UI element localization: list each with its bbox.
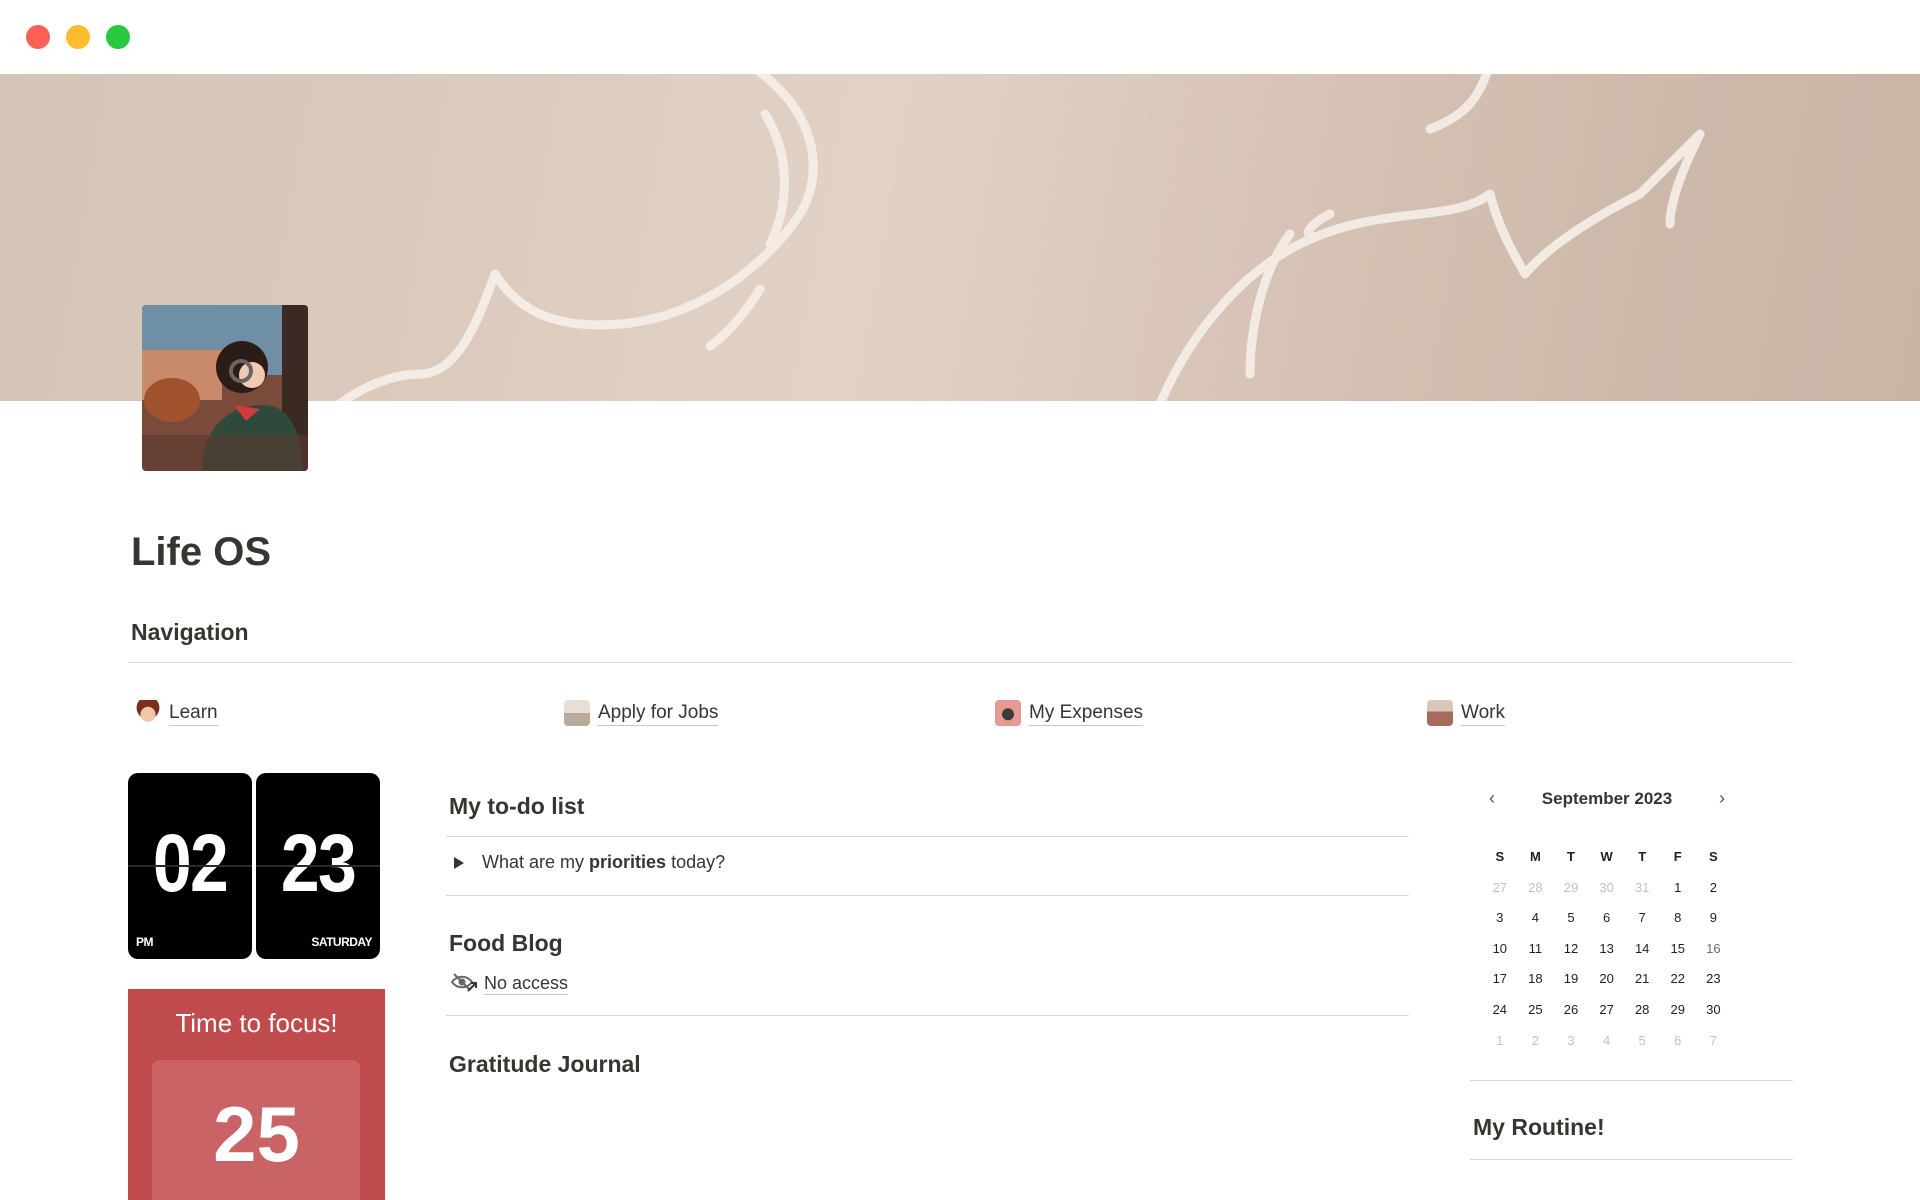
nav-link-label: Work bbox=[1461, 701, 1505, 726]
calendar-day[interactable]: 7 bbox=[1624, 903, 1660, 934]
navigation-heading: Navigation bbox=[131, 619, 249, 645]
calendar-day[interactable]: 18 bbox=[1518, 964, 1554, 995]
nav-link-label: Apply for Jobs bbox=[598, 701, 719, 726]
calendar-day[interactable]: 29 bbox=[1553, 873, 1589, 904]
calendar-weekday-header: T bbox=[1567, 849, 1575, 864]
calendar-day[interactable]: 6 bbox=[1660, 1026, 1696, 1057]
calendar-day[interactable]: 31 bbox=[1624, 873, 1660, 904]
flip-divider bbox=[128, 865, 252, 867]
calendar-grid: S M T W T F S 27 28 29 30 31 1 2 3 4 5 6 7 8 9 10 11 12 13 14 15 16… bbox=[1482, 842, 1732, 1056]
calendar-day[interactable]: 26 bbox=[1553, 995, 1589, 1026]
calendar-weekday-header: T bbox=[1638, 849, 1647, 864]
food-blog-title: Food Blog bbox=[449, 930, 563, 956]
calendar-day[interactable]: 3 bbox=[1553, 1026, 1589, 1057]
focus-minutes: 25 bbox=[213, 1090, 300, 1178]
calendar-day[interactable]: 14 bbox=[1624, 934, 1660, 965]
no-access-label: No access bbox=[484, 972, 569, 995]
routine-title: My Routine! bbox=[1473, 1114, 1605, 1140]
calendar-day[interactable]: 28 bbox=[1518, 873, 1554, 904]
calendar-weekday-header: W bbox=[1600, 849, 1613, 864]
calendar-day[interactable]: 30 bbox=[1589, 873, 1625, 904]
divider bbox=[1470, 1080, 1793, 1081]
calendar-day[interactable]: 11 bbox=[1518, 934, 1554, 965]
calendar-day[interactable]: 8 bbox=[1660, 903, 1696, 934]
calendar-day[interactable]: 28 bbox=[1624, 995, 1660, 1026]
calendar-day[interactable]: 6 bbox=[1589, 903, 1625, 934]
calendar-weekday-header: S bbox=[1709, 849, 1718, 864]
calendar-day[interactable]: 2 bbox=[1518, 1026, 1554, 1057]
calendar-day[interactable]: 22 bbox=[1660, 964, 1696, 995]
calendar-day[interactable]: 5 bbox=[1624, 1026, 1660, 1057]
divider bbox=[1470, 1159, 1793, 1160]
office-image-icon bbox=[1427, 700, 1453, 726]
calendar-weekday-header: S bbox=[1495, 849, 1505, 864]
calendar-day[interactable]: 21 bbox=[1624, 964, 1660, 995]
wallet-image-icon bbox=[995, 700, 1021, 726]
nav-link-label: Learn bbox=[169, 701, 218, 726]
page-icon-image[interactable] bbox=[142, 305, 308, 471]
calendar-day[interactable]: 23 bbox=[1696, 964, 1732, 995]
calendar-day[interactable]: 1 bbox=[1660, 873, 1696, 904]
calendar-day[interactable]: 20 bbox=[1589, 964, 1625, 995]
calendar-day[interactable]: 2 bbox=[1696, 873, 1732, 904]
calendar-day[interactable]: 1 bbox=[1482, 1026, 1518, 1057]
focus-title: Time to focus! bbox=[175, 1008, 338, 1038]
clock-hour-card: 02 PM bbox=[128, 773, 252, 959]
maximize-window-button[interactable] bbox=[106, 25, 130, 49]
calendar-day[interactable]: 17 bbox=[1482, 964, 1518, 995]
no-access-link[interactable]: No access bbox=[450, 971, 569, 995]
calendar-day[interactable]: 19 bbox=[1553, 964, 1589, 995]
todo-title: My to-do list bbox=[449, 793, 585, 819]
focus-timer-widget[interactable]: Time to focus! 25 bbox=[128, 989, 385, 1200]
calendar-day[interactable]: 5 bbox=[1553, 903, 1589, 934]
nav-link-apply-for-jobs[interactable]: Apply for Jobs bbox=[564, 698, 719, 728]
calendar-day[interactable]: 27 bbox=[1482, 873, 1518, 904]
calendar-day[interactable]: 13 bbox=[1589, 934, 1625, 965]
desk-image-icon bbox=[564, 700, 590, 726]
calendar-day[interactable]: 24 bbox=[1482, 995, 1518, 1026]
divider bbox=[446, 836, 1409, 837]
calendar-month-label: September 2023 bbox=[1541, 789, 1673, 808]
divider bbox=[446, 895, 1409, 896]
calendar-day[interactable]: 30 bbox=[1696, 995, 1732, 1026]
clock-minute: 23 bbox=[280, 818, 357, 909]
calendar-weekday-header: F bbox=[1673, 849, 1682, 864]
nav-link-work[interactable]: Work bbox=[1427, 698, 1505, 728]
calendar-day[interactable]: 25 bbox=[1518, 995, 1554, 1026]
toggle-triangle-icon[interactable] bbox=[454, 856, 464, 869]
calendar-day[interactable]: 4 bbox=[1589, 1026, 1625, 1057]
calendar-header: ‹ September 2023 › bbox=[1482, 786, 1732, 812]
calendar-day[interactable]: 15 bbox=[1660, 934, 1696, 965]
gratitude-journal-title: Gratitude Journal bbox=[449, 1051, 641, 1077]
nav-link-learn[interactable]: Learn bbox=[135, 698, 218, 728]
flip-divider bbox=[256, 865, 380, 867]
close-window-button[interactable] bbox=[26, 25, 50, 49]
calendar-day[interactable]: 29 bbox=[1660, 995, 1696, 1026]
calendar-day[interactable]: 10 bbox=[1482, 934, 1518, 965]
eye-slash-icon bbox=[450, 973, 477, 992]
page-title: Life OS bbox=[131, 530, 272, 574]
window-titlebar bbox=[0, 0, 1920, 74]
divider bbox=[128, 662, 1793, 663]
clock-minute-card: 23 SATURDAY bbox=[256, 773, 380, 959]
calendar-day[interactable]: 4 bbox=[1518, 903, 1554, 934]
calendar-day[interactable]: 9 bbox=[1696, 903, 1732, 934]
nav-link-my-expenses[interactable]: My Expenses bbox=[995, 698, 1144, 728]
calendar-day[interactable]: 27 bbox=[1589, 995, 1625, 1026]
priorities-toggle[interactable]: What are my priorities today? bbox=[454, 852, 725, 873]
girl-avatar-icon bbox=[135, 700, 161, 726]
calendar-day[interactable]: 16 bbox=[1696, 934, 1732, 965]
clock-period: PM bbox=[136, 935, 154, 949]
calendar-next-button[interactable]: › bbox=[1712, 786, 1732, 812]
minimize-window-button[interactable] bbox=[66, 25, 90, 49]
toggle-text: What are my priorities today? bbox=[482, 852, 726, 872]
clock-weekday: SATURDAY bbox=[311, 935, 372, 949]
calendar-day[interactable]: 12 bbox=[1553, 934, 1589, 965]
calendar-weekday-header: M bbox=[1529, 849, 1541, 864]
calendar-day[interactable]: 3 bbox=[1482, 903, 1518, 934]
calendar-day[interactable]: 7 bbox=[1696, 1026, 1732, 1057]
nav-link-label: My Expenses bbox=[1029, 701, 1144, 726]
divider bbox=[446, 1015, 1409, 1016]
clock-hour: 02 bbox=[152, 818, 229, 909]
